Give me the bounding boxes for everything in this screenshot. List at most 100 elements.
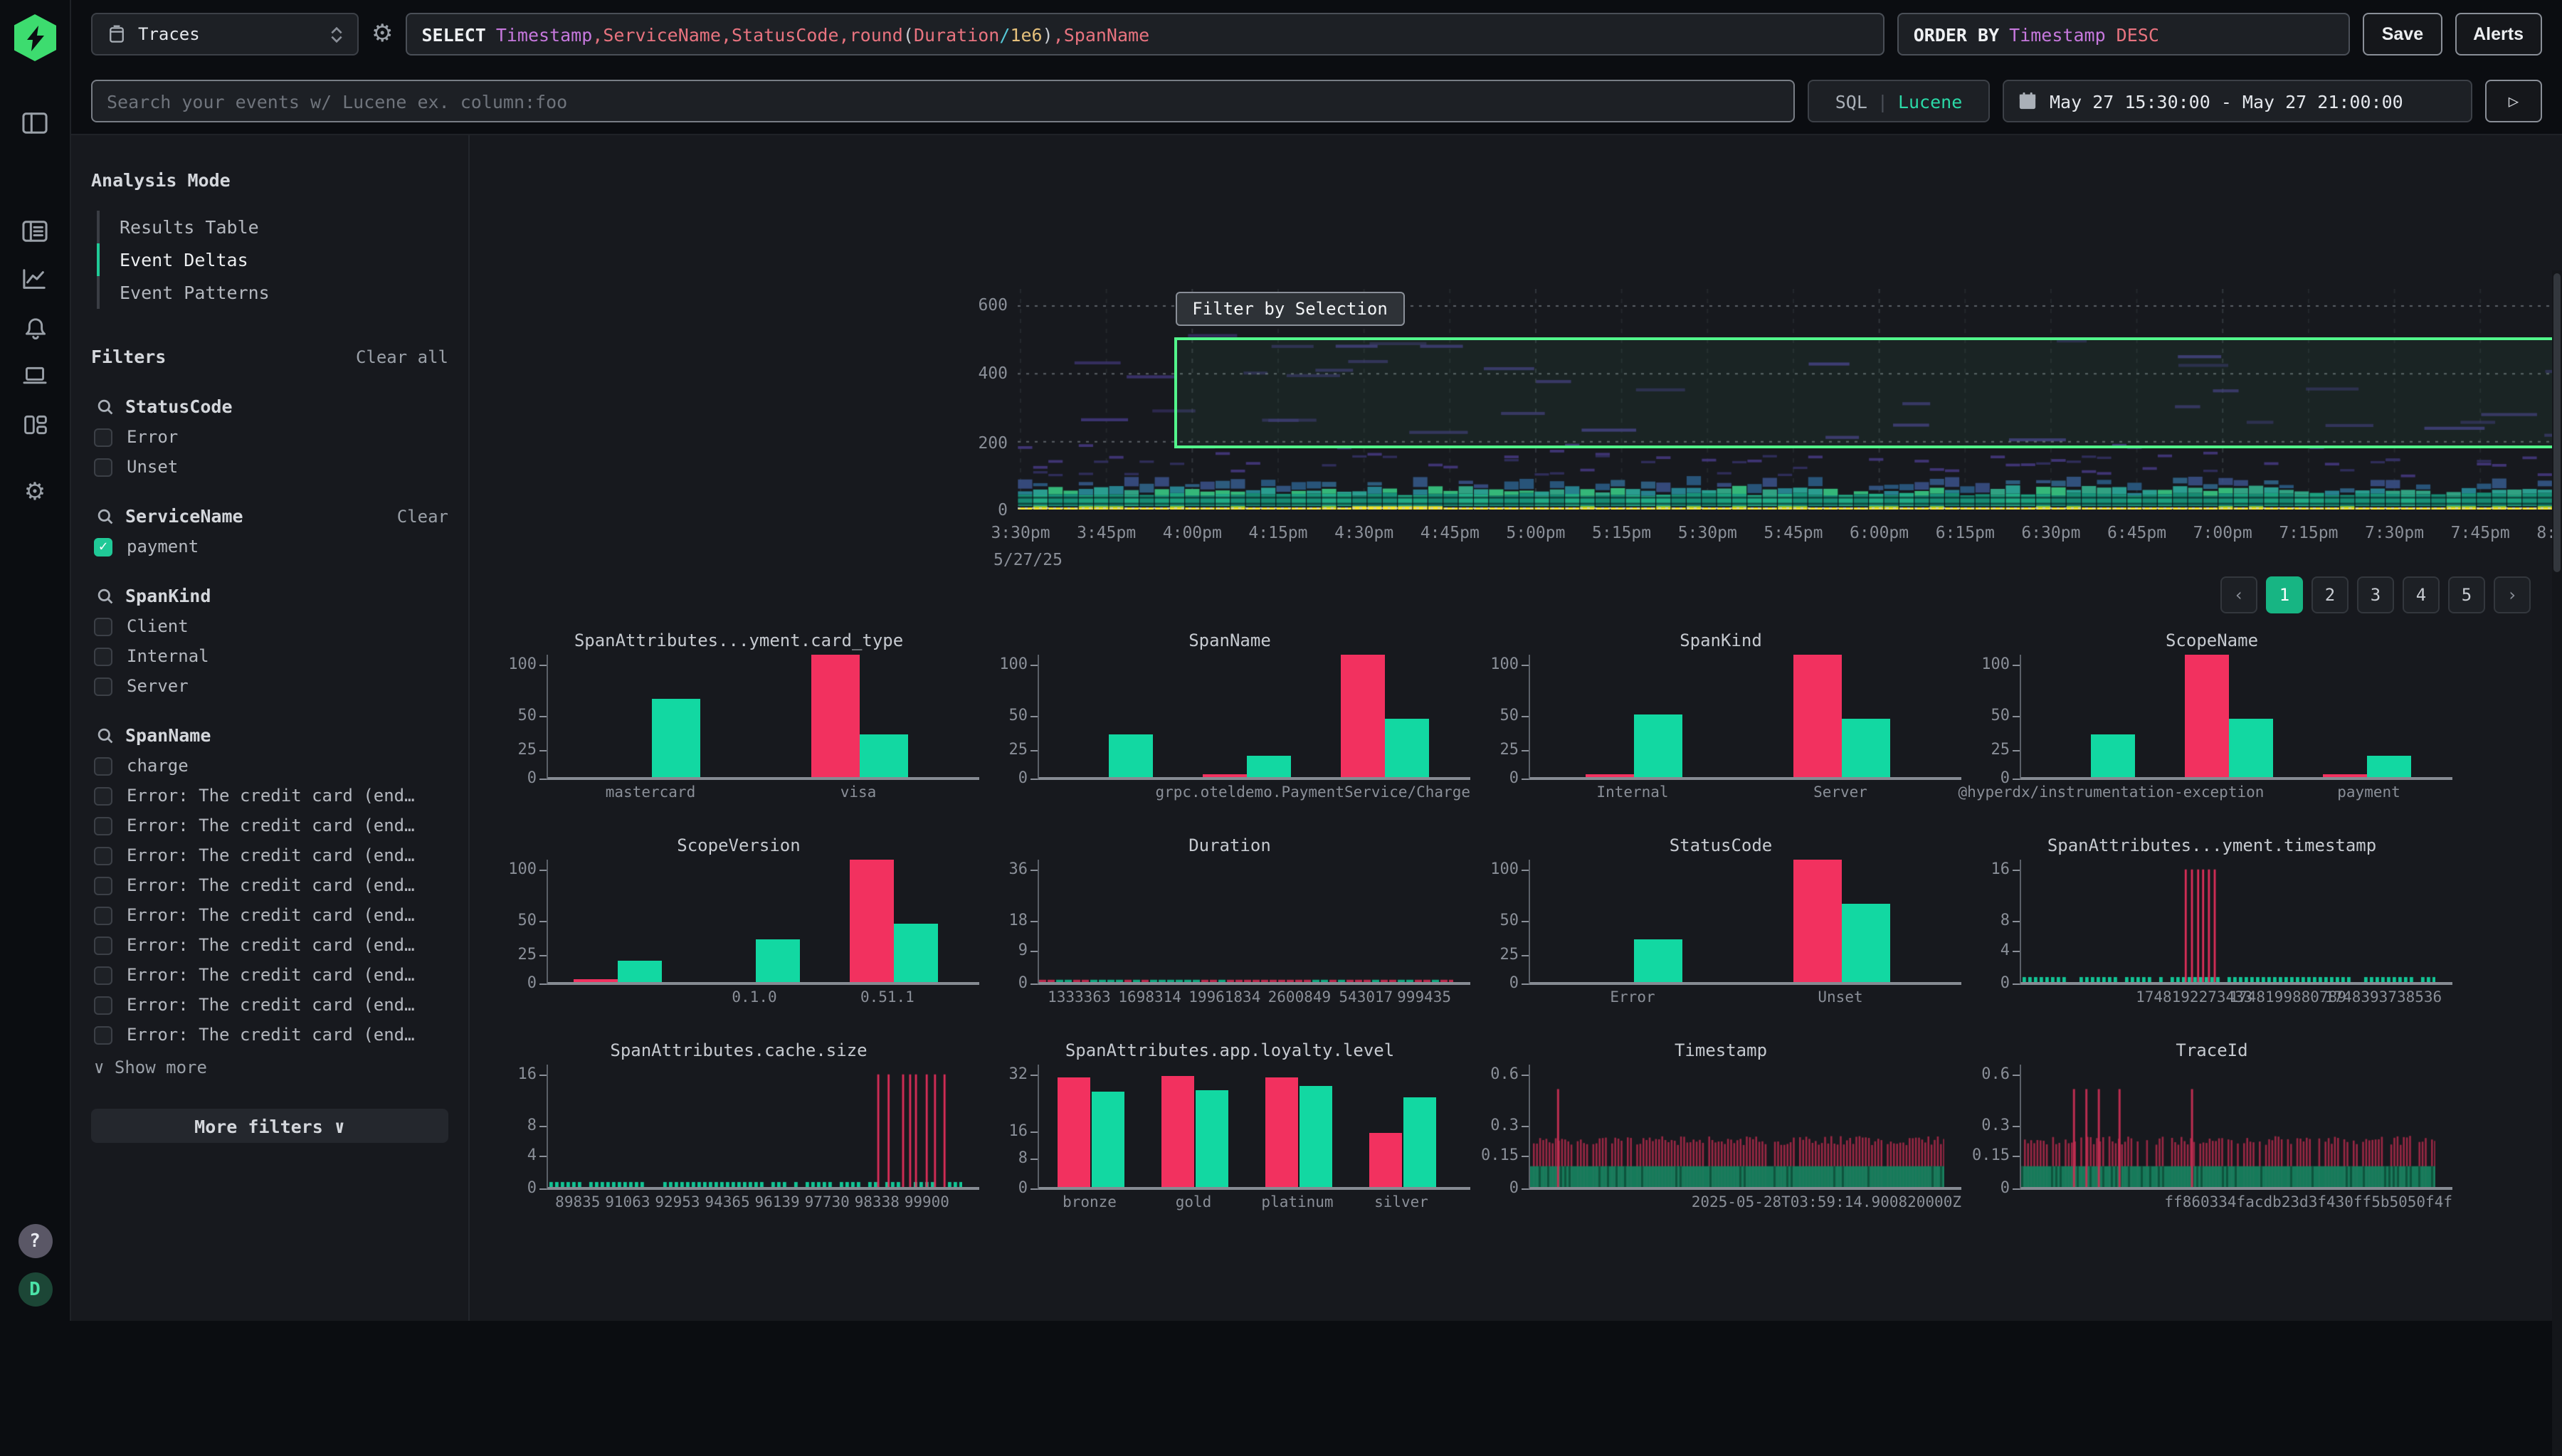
mini-chart-x-label: 92953: [655, 1194, 700, 1211]
checkbox[interactable]: [94, 1025, 112, 1044]
mini-chart-plot[interactable]: [1038, 655, 1470, 780]
checkbox[interactable]: [94, 428, 112, 446]
source-select[interactable]: Traces: [91, 13, 359, 56]
filter-option[interactable]: Unset: [91, 457, 448, 477]
mini-chart-plot[interactable]: [1529, 655, 1961, 780]
event-search-input[interactable]: Search your events w/ Lucene ex. column:…: [91, 80, 1795, 122]
filter-option[interactable]: Internal: [91, 646, 448, 666]
mini-chart-x-label: 98338: [855, 1194, 900, 1211]
run-query-button[interactable]: ▷: [2485, 80, 2542, 122]
mini-chart-plot[interactable]: [2020, 860, 2452, 985]
filter-option[interactable]: charge: [91, 756, 448, 776]
mini-chart-plot[interactable]: [547, 1065, 979, 1190]
analysis-mode-item-event-deltas[interactable]: Event Deltas: [97, 243, 448, 276]
show-more-link[interactable]: ∨ Show more: [91, 1057, 448, 1077]
lucene-mode-toggle[interactable]: Lucene: [1898, 90, 1962, 112]
mini-chart-plot[interactable]: [547, 655, 979, 780]
scrollbar-thumb[interactable]: [2553, 273, 2561, 572]
filter-option[interactable]: Error: The credit card (end…: [91, 1025, 448, 1045]
filter-group-header: ServiceNameClear: [91, 505, 448, 527]
save-button[interactable]: Save: [2363, 13, 2442, 56]
mini-chart-y-tick: 0.15: [1972, 1146, 2010, 1164]
pagination-page-2[interactable]: 2: [2311, 576, 2348, 613]
mini-chart-x-label: @hyperdx/instrumentation-exception: [1959, 784, 2265, 801]
date-range-picker[interactable]: May 27 15:30:00 - May 27 21:00:00: [2003, 80, 2472, 122]
more-filters-button[interactable]: More filters∨: [91, 1109, 448, 1143]
checkbox[interactable]: [94, 647, 112, 665]
filter-option[interactable]: Client: [91, 616, 448, 636]
filter-option[interactable]: Error: The credit card (end…: [91, 905, 448, 925]
analysis-mode-item-results-table[interactable]: Results Table: [97, 211, 448, 243]
filter-by-selection-button[interactable]: Filter by Selection: [1175, 292, 1405, 326]
pagination-page-1[interactable]: 1: [2266, 576, 2303, 613]
filter-option[interactable]: Error: The credit card (end…: [91, 786, 448, 806]
checkbox[interactable]: [94, 677, 112, 695]
mini-chart-plot[interactable]: [1529, 1065, 1961, 1190]
analysis-mode-title: Analysis Mode: [91, 169, 448, 191]
chart-explorer-icon[interactable]: [0, 255, 70, 303]
clear-all-filters-link[interactable]: Clear all: [356, 347, 448, 367]
analysis-mode-item-event-patterns[interactable]: Event Patterns: [97, 276, 448, 309]
filter-option[interactable]: Error: The credit card (end…: [91, 995, 448, 1015]
filter-option[interactable]: Error: The credit card (end…: [91, 965, 448, 985]
pagination-prev-button[interactable]: ‹: [2220, 576, 2257, 613]
checkbox[interactable]: [94, 906, 112, 924]
search-logs-icon[interactable]: [0, 206, 70, 255]
filter-option[interactable]: Error: The credit card (end…: [91, 875, 448, 895]
pagination-next-button[interactable]: ›: [2494, 576, 2531, 613]
checkbox-checked[interactable]: ✓: [94, 537, 112, 556]
filter-option[interactable]: Error: The credit card (end…: [91, 816, 448, 835]
user-avatar[interactable]: D: [18, 1272, 52, 1307]
checkbox[interactable]: [94, 966, 112, 984]
checkbox[interactable]: [94, 816, 112, 835]
dashboards-icon[interactable]: [0, 400, 70, 448]
help-button[interactable]: ?: [18, 1224, 52, 1258]
checkbox[interactable]: [94, 846, 112, 865]
source-settings-gear-icon[interactable]: ⚙: [371, 22, 394, 46]
alerts-bell-icon[interactable]: [0, 303, 70, 352]
mini-chart-x-axis: 174819227343317481998807891748393738536: [2020, 989, 2452, 1009]
clear-filter-link[interactable]: Clear: [397, 506, 448, 526]
filter-option-label: Error: The credit card (end…: [127, 1025, 415, 1045]
checkbox[interactable]: [94, 617, 112, 635]
alerts-button[interactable]: Alerts: [2455, 13, 2542, 56]
checkbox[interactable]: [94, 876, 112, 895]
filter-option-label: Error: The credit card (end…: [127, 875, 415, 895]
pagination-page-3[interactable]: 3: [2357, 576, 2394, 613]
selection-bar: [1369, 1132, 1403, 1187]
mini-chart-plot[interactable]: [2020, 655, 2452, 780]
filter-option[interactable]: Error: [91, 427, 448, 447]
filter-option[interactable]: Error: The credit card (end…: [91, 845, 448, 865]
heatmap-selection-box[interactable]: [1174, 337, 2562, 448]
checkbox[interactable]: [94, 996, 112, 1014]
pagination-page-5[interactable]: 5: [2448, 576, 2485, 613]
mini-chart-plot[interactable]: [1038, 860, 1470, 985]
checkbox[interactable]: [94, 756, 112, 775]
order-by-input[interactable]: ORDER BY Timestamp DESC: [1898, 13, 2351, 56]
mini-chart-y-tick: 0.6: [1981, 1065, 2010, 1083]
mini-chart-y-axis: 10050250: [498, 655, 547, 780]
mini-chart-plot[interactable]: [1038, 1065, 1470, 1190]
filter-group-name: SpanKind: [125, 585, 211, 606]
mini-chart-x-axis: @hyperdx/instrumentation-exceptionpaymen…: [2020, 784, 2452, 804]
main-scrollbar[interactable]: [2552, 270, 2562, 1456]
pagination-page-4[interactable]: 4: [2403, 576, 2440, 613]
collapse-panel-icon[interactable]: [0, 98, 70, 147]
mini-chart-plot[interactable]: [1529, 860, 1961, 985]
sql-mode-toggle[interactable]: SQL: [1835, 90, 1867, 112]
filter-option[interactable]: ✓payment: [91, 537, 448, 556]
sql-select-input[interactable]: SELECT Timestamp,ServiceName,StatusCode,…: [406, 13, 1885, 56]
mini-chart-plot[interactable]: [547, 860, 979, 985]
checkbox[interactable]: [94, 936, 112, 954]
hyperdx-logo-icon[interactable]: [14, 14, 56, 61]
filter-option-label: Server: [127, 676, 189, 696]
filter-option[interactable]: Server: [91, 676, 448, 696]
checkbox[interactable]: [94, 786, 112, 805]
mini-chart-y-tick: 16: [1009, 1121, 1028, 1139]
chevron-down-icon: ∨: [334, 1115, 345, 1136]
filter-option[interactable]: Error: The credit card (end…: [91, 935, 448, 955]
checkbox[interactable]: [94, 458, 112, 476]
mini-chart-plot[interactable]: [2020, 1065, 2452, 1190]
settings-gear-icon[interactable]: ⚙: [0, 468, 70, 517]
sessions-laptop-icon[interactable]: [0, 352, 70, 400]
